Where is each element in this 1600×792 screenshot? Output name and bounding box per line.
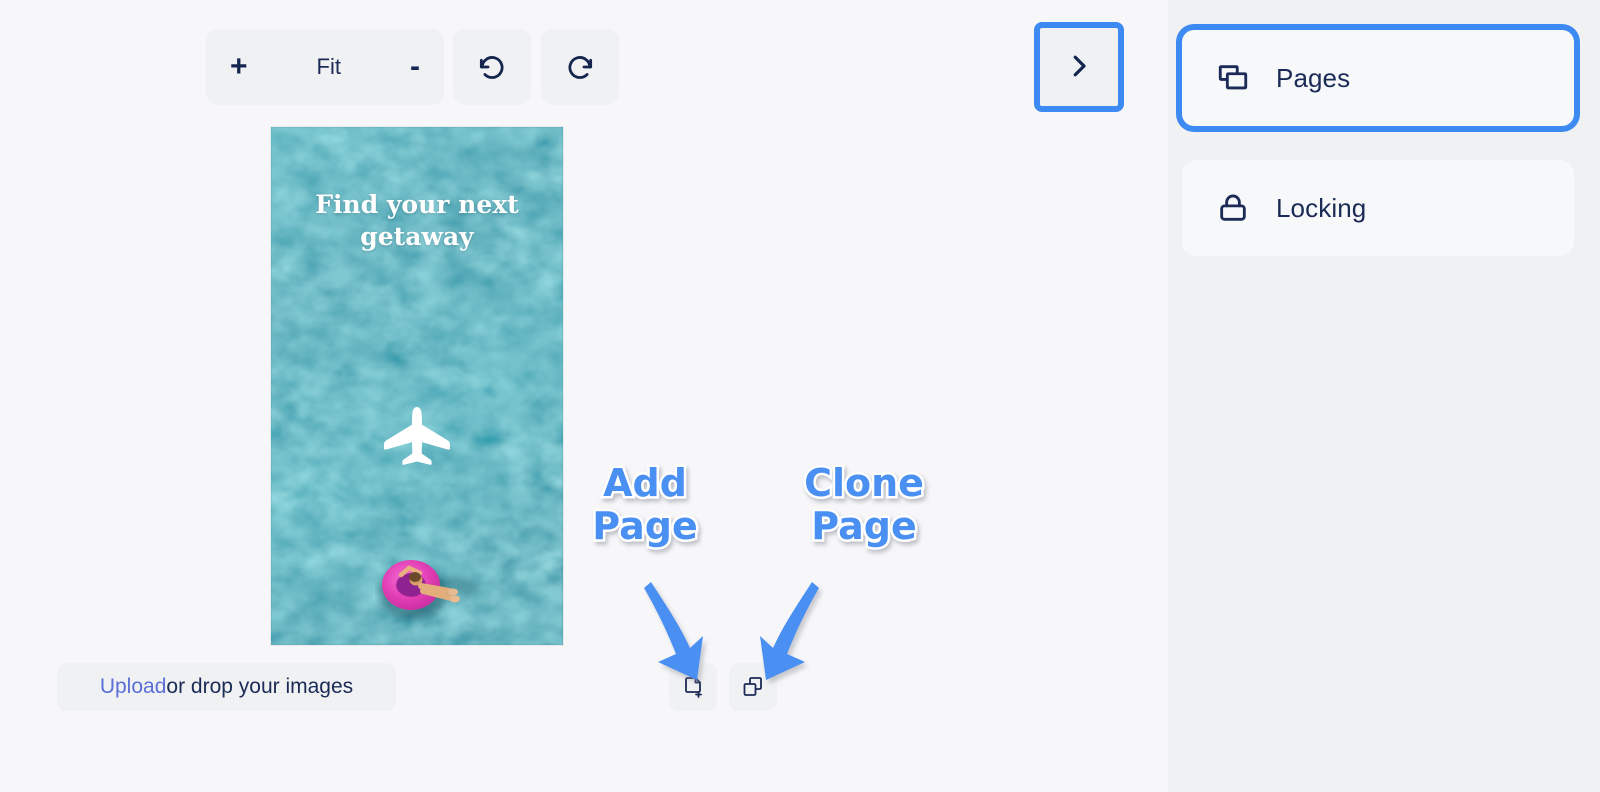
clone-page-button[interactable] — [729, 663, 777, 711]
pages-icon — [1216, 61, 1250, 95]
zoom-out-button[interactable]: - — [410, 52, 420, 82]
undo-icon — [476, 51, 508, 83]
pool-float-person — [375, 545, 483, 630]
airplane-icon — [384, 407, 450, 470]
zoom-in-button[interactable]: + — [230, 52, 248, 82]
sidebar-item-label: Locking — [1276, 192, 1367, 223]
undo-button[interactable] — [453, 29, 531, 105]
sidebar-item-locking[interactable]: Locking — [1182, 160, 1574, 256]
zoom-toolbar: + Fit - — [206, 29, 444, 105]
upload-hint-text: or drop your images — [166, 675, 354, 698]
upload-link[interactable]: Upload — [100, 675, 167, 699]
artboard-headline: Find your next getaway — [315, 190, 519, 251]
sidebar-item-pages[interactable]: Pages — [1182, 30, 1574, 126]
canvas-page-thumbnail[interactable]: Find your next getaway — [271, 127, 563, 645]
fit-zoom-button[interactable]: Fit — [317, 56, 341, 78]
annotation-clone-page: Clone Page — [802, 459, 927, 549]
editor-window: + Fit - Find your next getaway Upload or… — [0, 0, 1600, 792]
add-page-button[interactable] — [669, 663, 717, 711]
clone-page-icon — [741, 675, 765, 699]
lock-icon — [1216, 191, 1250, 225]
add-page-icon — [681, 675, 705, 699]
upload-dropzone[interactable]: Upload or drop your images — [57, 663, 396, 711]
chevron-right-icon — [1064, 51, 1094, 84]
redo-icon — [564, 51, 596, 83]
redo-button[interactable] — [541, 29, 619, 105]
annotation-add-page: Add Page — [590, 459, 700, 549]
right-sidebar: Pages Locking — [1168, 0, 1600, 792]
sidebar-item-label: Pages — [1276, 62, 1351, 93]
expand-panel-button[interactable] — [1034, 22, 1124, 112]
